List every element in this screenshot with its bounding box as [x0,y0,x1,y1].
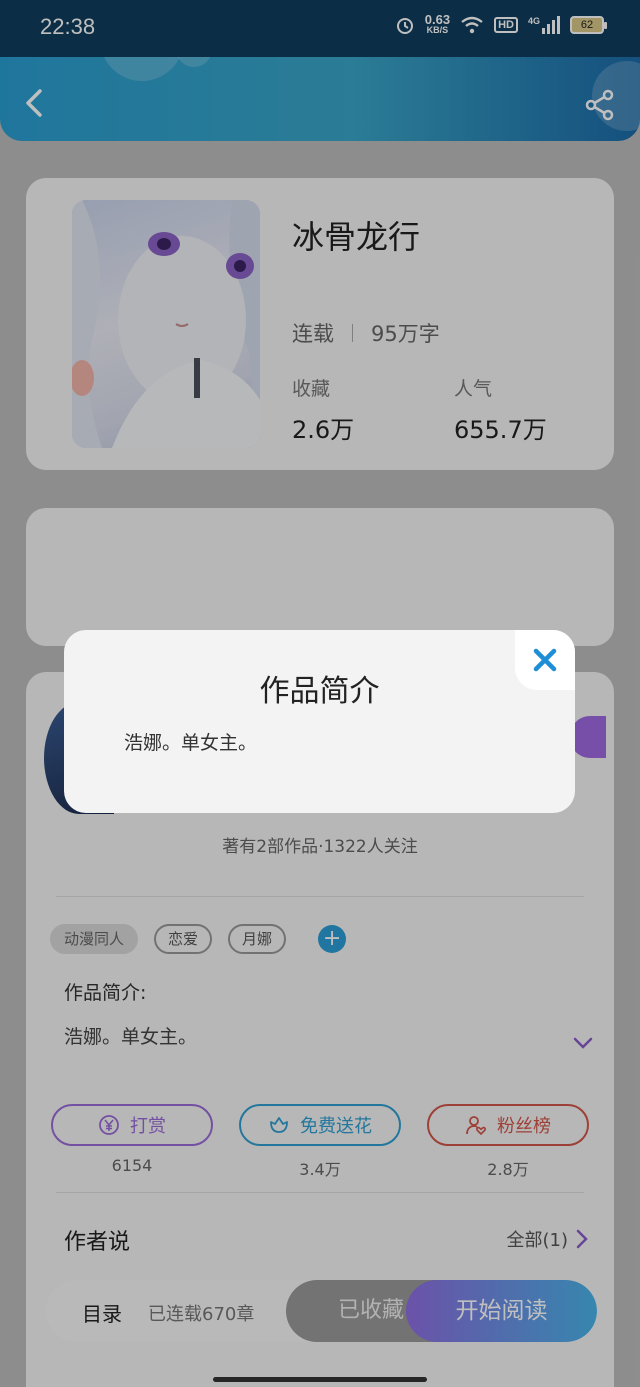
modal-title: 作品简介 [259,674,380,709]
modal-close-button[interactable] [515,630,575,690]
intro-modal: 作品简介 浩娜。单女主。 [64,630,575,813]
modal-body: 浩娜。单女主。 [124,732,258,754]
close-icon [533,648,557,672]
